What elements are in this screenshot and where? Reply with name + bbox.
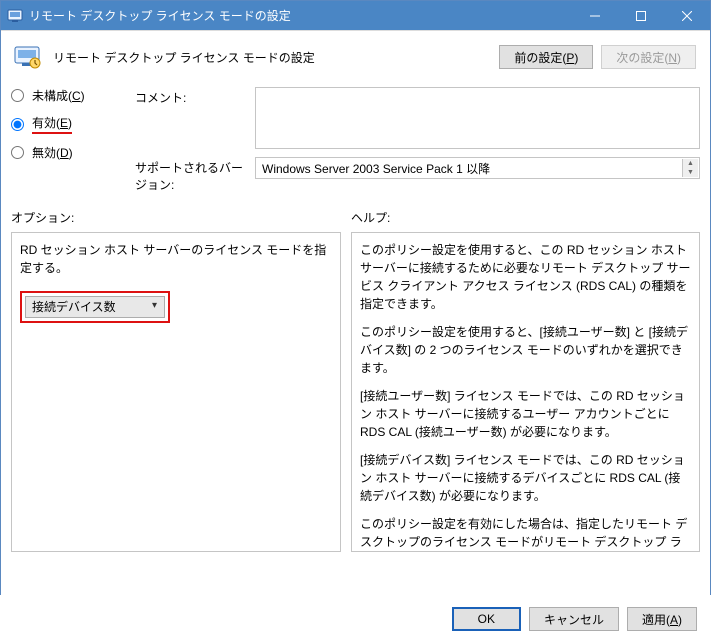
cancel-button[interactable]: キャンセル <box>529 607 619 631</box>
help-paragraph: このポリシー設定を使用すると、この RD セッション ホスト サーバーに接続する… <box>360 241 691 313</box>
radio-not-configured-label: 未構成(C) <box>32 87 85 104</box>
close-button[interactable] <box>664 1 710 31</box>
window-title: リモート デスクトップ ライセンス モードの設定 <box>29 7 572 24</box>
ok-label: OK <box>478 612 495 626</box>
options-panel: RD セッション ホスト サーバーのライセンス モードを指定する。 接続デバイス… <box>11 232 341 552</box>
help-panel[interactable]: このポリシー設定を使用すると、この RD セッション ホスト サーバーに接続する… <box>351 232 700 552</box>
combo-highlight: 接続デバイス数接続ユーザー数 <box>20 291 170 323</box>
help-heading: ヘルプ: <box>351 209 700 226</box>
header: リモート デスクトップ ライセンス モードの設定 前の設定(P) 次の設定(N) <box>1 31 710 87</box>
radio-enabled[interactable]: 有効(E) <box>11 114 117 134</box>
page-title: リモート デスクトップ ライセンス モードの設定 <box>53 49 489 66</box>
radio-enabled-label: 有効(E) <box>32 114 72 134</box>
supported-value-box: Windows Server 2003 Service Pack 1 以降 ▲ … <box>255 157 700 179</box>
options-description: RD セッション ホスト サーバーのライセンス モードを指定する。 <box>20 241 332 277</box>
radio-disabled-input[interactable] <box>11 146 24 159</box>
next-setting-button: 次の設定(N) <box>601 45 696 69</box>
apply-label: 適用(A) <box>642 613 682 627</box>
supported-label: サポートされるバージョン: <box>135 157 245 193</box>
apply-button[interactable]: 適用(A) <box>627 607 697 631</box>
titlebar: リモート デスクトップ ライセンス モードの設定 <box>1 1 710 31</box>
footer: OK キャンセル 適用(A) <box>0 595 711 643</box>
comment-label: コメント: <box>135 87 245 106</box>
policy-icon <box>11 41 43 73</box>
cancel-label: キャンセル <box>544 613 604 627</box>
main-upper: 未構成(C) 有効(E) 無効(D) コメント: サポートされるバージョン: W… <box>1 87 710 193</box>
maximize-button[interactable] <box>618 1 664 31</box>
radio-disabled-label: 無効(D) <box>32 144 73 161</box>
options-heading: オプション: <box>11 209 341 226</box>
help-paragraph: [接続デバイス数] ライセンス モードでは、この RD セッション ホスト サー… <box>360 451 691 505</box>
radio-not-configured-input[interactable] <box>11 89 24 102</box>
minimize-button[interactable] <box>572 1 618 31</box>
help-paragraph: このポリシー設定を使用すると、[接続ユーザー数] と [接続デバイス数] の 2… <box>360 323 691 377</box>
license-mode-select[interactable]: 接続デバイス数接続ユーザー数 <box>25 296 165 318</box>
radio-enabled-input[interactable] <box>11 118 24 131</box>
help-paragraph: このポリシー設定を有効にした場合は、指定したリモート デスクトップのライセンス … <box>360 515 691 552</box>
supported-value: Windows Server 2003 Service Pack 1 以降 <box>262 160 490 177</box>
chevron-down-icon[interactable]: ▼ <box>682 168 698 177</box>
radio-not-configured[interactable]: 未構成(C) <box>11 87 117 104</box>
help-paragraph: [接続ユーザー数] ライセンス モードでは、この RD セッション ホスト サー… <box>360 387 691 441</box>
comment-input[interactable] <box>255 87 700 149</box>
prev-setting-button[interactable]: 前の設定(P) <box>499 45 593 69</box>
supported-spinner[interactable]: ▲ ▼ <box>682 159 698 177</box>
prev-setting-label: 前の設定(P) <box>514 51 578 65</box>
app-icon <box>7 8 23 24</box>
next-setting-label: 次の設定(N) <box>616 51 681 65</box>
ok-button[interactable]: OK <box>452 607 521 631</box>
main-lower: オプション: RD セッション ホスト サーバーのライセンス モードを指定する。… <box>1 193 710 552</box>
chevron-up-icon[interactable]: ▲ <box>682 159 698 168</box>
radio-disabled[interactable]: 無効(D) <box>11 144 117 161</box>
